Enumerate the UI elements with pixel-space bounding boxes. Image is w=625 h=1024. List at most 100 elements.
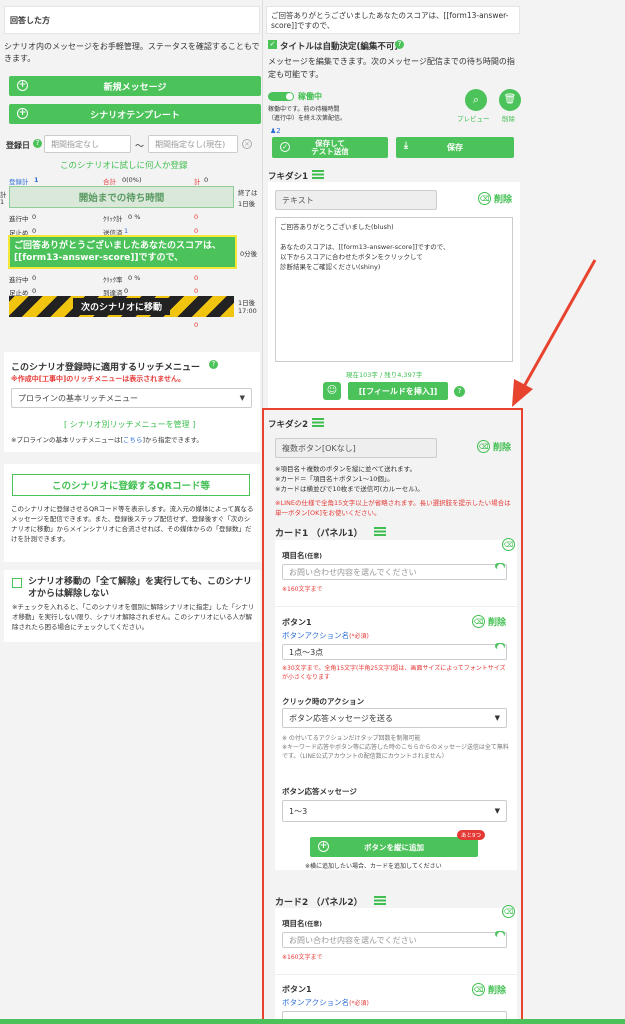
click-note: ※ の付いてるアクションだけタップ回数を制限可能 ※キーワード応答やボタン等に応…: [282, 735, 509, 760]
bubble2-type-select[interactable]: 複数ボタン[OKなし]: [275, 438, 437, 458]
next-time-b: 17:00: [238, 307, 257, 315]
button1-action-input[interactable]: 1点〜3点: [282, 644, 507, 660]
optional-tag: (任意): [304, 553, 323, 560]
preview-label[interactable]: プレビュー: [457, 113, 490, 123]
item-resize-handle[interactable]: [495, 563, 505, 571]
add-button-vertical[interactable]: + ボタンを縦に追加: [310, 837, 478, 857]
divider: [275, 974, 517, 975]
edit-desc: メッセージを編集できます。次のメッセージ配信までの待ち時間の指定も可能です。: [268, 57, 515, 79]
search-icon[interactable]: ⌕: [465, 89, 487, 111]
bubble1-title: フキダシ1: [268, 172, 309, 182]
click-total-label: ｸﾘｯｸ計: [103, 215, 123, 223]
blocked-total-value: 0: [204, 176, 209, 184]
save-test-button[interactable]: ✓ 保存して テスト送信: [272, 137, 388, 158]
date-to-input[interactable]: 期間指定なし(現在): [148, 135, 238, 153]
drag-handle-icon[interactable]: [374, 896, 386, 905]
button-action-name-label: ボタンアクション名(*必須): [282, 630, 369, 641]
button1-resize-handle[interactable]: [495, 643, 505, 651]
card2-item-resize-handle[interactable]: [495, 931, 505, 939]
end-label: 終了は: [238, 189, 258, 197]
delete-label[interactable]: 削除: [502, 113, 515, 123]
bubble1-textarea[interactable]: ご回答ありがとうございました(blush) あなたのスコアは、[[form13-…: [275, 217, 513, 362]
progress-label: 進行中: [9, 215, 29, 223]
rich-menu-manage-link[interactable]: [ シナリオ別リッチメニューを管理 ]: [64, 419, 195, 430]
registered-value: 1: [34, 176, 39, 184]
progress-value-2: 0: [32, 274, 37, 282]
running-toggle[interactable]: [268, 92, 294, 101]
trash-icon: ⌫: [478, 192, 491, 205]
card2-panel: ⌫ 項目名(任意) お問い合わせ内容を選んでください ※160文字まで ボタン1…: [275, 905, 517, 1024]
insert-field-button[interactable]: [[フィールドを挿入]]: [348, 382, 448, 400]
drag-handle-icon[interactable]: [312, 170, 324, 179]
button1-label: ボタン1: [282, 618, 312, 627]
card2-button1-delete[interactable]: ⌫ 削除: [472, 983, 506, 996]
bottom-bar: [0, 1019, 625, 1024]
rich-menu-note: ※プロラインの基本リッチメニューは[こちら]から指定できます。: [11, 434, 203, 444]
recipient-title: 回答した方: [10, 16, 50, 25]
rich-menu-title: このシナリオ登録時に適用するリッチメニュー: [11, 363, 201, 373]
page: 回答した方 シナリオ内のメッセージをお手軽管理。ステータスを確認することもできま…: [0, 0, 625, 1024]
rich-menu-card: このシナリオ登録時に適用するリッチメニュー ? ※作成中[工事中]のリッチメニュ…: [4, 352, 260, 452]
bubble2-delete-button[interactable]: ⌫ 削除: [477, 440, 511, 453]
card2-button1-label: ボタン1: [282, 985, 312, 994]
next-scenario-label: 次のシナリオに移動: [72, 298, 170, 315]
item-name-input[interactable]: お問い合わせ内容を選んでください: [282, 564, 507, 580]
rich-menu-warning: ※作成中[工事中]のリッチメニューは表示されません。: [11, 375, 185, 383]
rich-menu-note-link[interactable]: こちら: [123, 436, 143, 444]
help-icon[interactable]: ?: [209, 360, 218, 369]
help-icon[interactable]: ?: [33, 139, 42, 148]
bubble1-delete-button[interactable]: ⌫ 削除: [478, 192, 512, 205]
char-count: 現在103字 / 残り4,397字: [346, 371, 423, 379]
blocked-value: 0: [194, 213, 199, 221]
running-desc-b: （進行中）を終え次第配信。: [268, 115, 347, 122]
chevron-down-icon: ▼: [239, 394, 245, 402]
chevron-down-icon: ▼: [494, 714, 500, 722]
card2-item-name-text: 項目名: [282, 919, 305, 928]
unlock-checkbox[interactable]: [12, 578, 22, 588]
blocked-total-label: 計: [194, 178, 201, 186]
date-from-input[interactable]: 期間指定なし: [44, 135, 131, 153]
reply-msg-select[interactable]: 1〜3 ▼: [282, 800, 507, 822]
plus-icon: +: [17, 108, 28, 119]
drag-handle-icon[interactable]: [374, 527, 386, 536]
title-auto-checkbox[interactable]: ✓: [268, 40, 277, 49]
card2-action-name-text: ボタンアクション名: [282, 998, 350, 1007]
recipient-card: 回答した方: [4, 6, 260, 34]
rich-menu-select[interactable]: プロラインの基本リッチメニュー ▼: [11, 388, 252, 408]
next-scenario-bar[interactable]: 次のシナリオに移動: [9, 296, 234, 317]
trial-register-link[interactable]: このシナリオに試しに何人か登録: [60, 159, 188, 171]
trash-icon[interactable]: 🗑: [499, 89, 521, 111]
bubble1-type-select[interactable]: テキスト: [275, 190, 437, 210]
required-tag: (*必須): [349, 1000, 369, 1007]
click-action-value: ボタン応答メッセージを送る: [289, 713, 393, 723]
bubble2-note: ※項目名＋複数のボタンを縦に並べて送れます。 ※カード＝「項目名＋ボタン1〜10…: [275, 465, 424, 493]
progress-value: 0: [32, 213, 37, 221]
scenario-template-button[interactable]: + シナリオテンプレート: [9, 104, 261, 124]
button-action-name-text: ボタンアクション名: [282, 631, 350, 640]
help-icon[interactable]: ?: [395, 40, 404, 49]
card2-item-name-label: 項目名(任意): [282, 918, 322, 929]
card2-item-name-input[interactable]: お問い合わせ内容を選んでください: [282, 932, 507, 948]
drag-handle-icon[interactable]: [312, 418, 324, 427]
click-action-label: クリック時のアクション: [282, 697, 365, 706]
emoji-icon[interactable]: ☺: [323, 382, 341, 400]
card2-trash-icon[interactable]: ⌫: [502, 905, 515, 918]
qr-code-button[interactable]: このシナリオに登録するQRコード等: [12, 474, 250, 496]
stopped-value: 0: [32, 227, 37, 235]
click-rate-label: ｸﾘｯｸ率: [103, 276, 123, 284]
card1-trash-icon[interactable]: ⌫: [502, 538, 515, 551]
message-banner[interactable]: ご回答ありがとうございましたあなたのスコアは、[[form13-answer-s…: [8, 235, 237, 269]
button1-delete[interactable]: ⌫ 削除: [472, 615, 506, 628]
item-name-label: 項目名(任意): [282, 550, 322, 561]
new-message-button[interactable]: + 新規メッセージ: [9, 76, 261, 96]
callout-arrow-icon: [512, 259, 597, 407]
total-label: 合計: [103, 178, 116, 186]
trash-icon: ⌫: [472, 615, 485, 628]
clear-icon[interactable]: ×: [242, 139, 252, 149]
save-button[interactable]: ⤓ 保存: [396, 137, 514, 158]
blocked-value-5: 0: [194, 321, 199, 329]
help-icon[interactable]: ?: [454, 386, 465, 397]
click-rate-value: 0 %: [128, 274, 141, 282]
wait-time-box[interactable]: 開始までの待ち時間: [9, 186, 234, 208]
click-action-select[interactable]: ボタン応答メッセージを送る ▼: [282, 708, 507, 728]
